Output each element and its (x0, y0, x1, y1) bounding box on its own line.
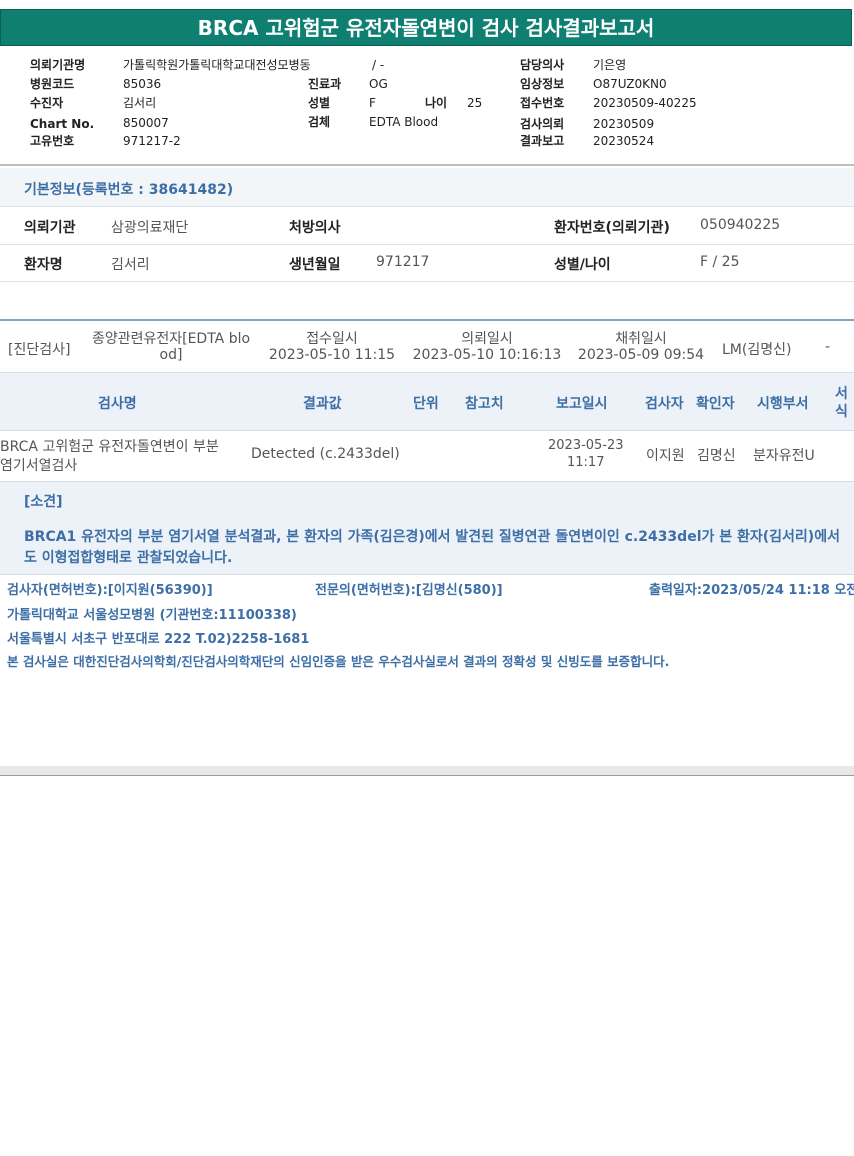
opinion-text: BRCA1 유전자의 부분 염기서열 분석결과, 본 환자의 가족(김은경)에서… (24, 529, 840, 566)
column-header-tester: 검사자 (645, 396, 684, 412)
header-value-unique-id: 971217-2 (123, 134, 181, 148)
column-header-sign-line2: 식 (835, 404, 848, 420)
basic-info-label-institution: 의뢰기관 (24, 220, 76, 236)
header-value-sex: F (369, 96, 376, 110)
results-table-header: 검사명 결과값 단위 참고치 보고일시 검사자 확인자 시행부서 서 식 (0, 372, 854, 431)
header-label-department: 진료과 (308, 77, 342, 91)
column-header-report-date: 보고일시 (556, 396, 608, 412)
basic-info-value-institution: 삼광의료재단 (111, 220, 189, 236)
basic-info-label-birthdate: 생년월일 (289, 257, 341, 273)
basic-info-value-patient-no: 050940225 (700, 217, 781, 233)
footer-address: 서울특별시 서초구 반포대로 222 T.02)2258-1681 (7, 632, 310, 647)
header-value-requesting-institution: 가톨릭학원가톨릭대학교대전성모병동 (123, 58, 311, 72)
row-result-value: Detected (c.2433del) (251, 446, 400, 462)
summary-received-value: 2023-05-10 11:15 (268, 347, 396, 363)
header-label-age: 나이 (425, 96, 448, 110)
column-header-sign-line1: 서 (835, 386, 848, 402)
header-value-ward: / - (372, 58, 385, 72)
header-label-clinical-info: 임상정보 (520, 77, 565, 91)
footer-specialist-license: 전문의(면허번호):[김명신(580)] (315, 583, 503, 598)
row-report-date-line2: 11:17 (567, 455, 605, 470)
column-header-confirmer: 확인자 (696, 396, 735, 412)
header-value-specimen: EDTA Blood (369, 115, 439, 129)
header-label-attending-doctor: 담당의사 (520, 58, 565, 72)
header-label-patient: 수진자 (30, 96, 64, 110)
row-report-date-line1: 2023-05-23 (548, 438, 624, 453)
row-test-name-line1: BRCA 고위험군 유전자돌연변이 부분 (0, 439, 219, 455)
opinion-header: [소견] (0, 481, 854, 518)
row-tester: 이지원 (646, 448, 685, 464)
header-value-chart-no: 850007 (123, 116, 169, 130)
column-header-reference: 참고치 (465, 396, 504, 412)
summary-collected-label: 채취일시 (615, 331, 667, 347)
page-bottom-bar (0, 766, 854, 776)
header-value-patient: 김서리 (123, 96, 157, 110)
summary-lab-manager: LM(김명신) (722, 342, 792, 358)
summary-test-name-line2: od] (159, 347, 183, 363)
header-label-chart-no: Chart No. (30, 117, 95, 131)
summary-category: [진단검사] (8, 342, 71, 358)
report-title-banner: BRCA 고위험군 유전자돌연변이 검사 검사결과보고서 (0, 9, 852, 46)
summary-top-border (0, 319, 854, 321)
footer-certification: 본 검사실은 대한진단검사의학회/진단검사의학재단의 신임인증을 받은 우수검사… (7, 654, 670, 669)
opinion-body: BRCA1 유전자의 부분 염기서열 분석결과, 본 환자의 가족(김은경)에서… (0, 517, 854, 575)
opinion-title: [소견] (24, 494, 63, 510)
column-header-test-name: 검사명 (98, 396, 137, 412)
summary-received-label: 접수일시 (306, 331, 358, 347)
basic-info-value-birthdate: 971217 (376, 254, 430, 270)
row-confirmer: 김명신 (697, 448, 736, 464)
row-test-name-line2: 염기서열검사 (0, 458, 78, 474)
header-value-test-request: 20230509 (593, 117, 655, 131)
summary-collected-value: 2023-05-09 09:54 (577, 347, 705, 363)
header-value-attending-doctor: 기은영 (593, 58, 627, 72)
basic-info-header: 기본정보(등록번호 : 38641482) (0, 168, 854, 207)
header-value-clinical-info: O87UZ0KN0 (593, 77, 667, 91)
header-label-unique-id: 고유번호 (30, 134, 75, 148)
column-header-result: 결과값 (303, 396, 342, 412)
column-header-department: 시행부서 (757, 396, 809, 412)
footer-hospital: 가톨릭대학교 서울성모병원 (기관번호:11100338) (7, 608, 297, 623)
summary-test-name-line1: 종양관련유전자[EDTA blo (91, 331, 251, 347)
summary-requested-label: 의뢰일시 (461, 331, 513, 347)
basic-info-label-patient-name: 환자명 (24, 257, 63, 273)
header-value-receipt-no: 20230509-40225 (593, 96, 697, 110)
header-label-receipt-no: 접수번호 (520, 96, 565, 110)
header-label-test-request: 검사의뢰 (520, 117, 565, 131)
summary-dash: - (825, 339, 831, 355)
header-label-requesting-institution: 의뢰기관명 (30, 58, 86, 72)
summary-requested-value: 2023-05-10 10:16:13 (412, 347, 562, 363)
basic-info-label-sex-age: 성별/나이 (554, 257, 611, 273)
basic-info-label-patient-no: 환자번호(의뢰기관) (554, 220, 670, 236)
header-label-sex: 성별 (308, 96, 331, 110)
basic-info-label-prescriber: 처방의사 (289, 220, 341, 236)
header-label-result-report: 결과보고 (520, 134, 565, 148)
footer-print-date: 출력일자:2023/05/24 11:18 오전 (649, 583, 854, 598)
header-value-department: OG (369, 77, 388, 91)
row-department: 분자유전U (753, 448, 815, 464)
table-row: BRCA 고위험군 유전자돌연변이 부분 염기서열검사 Detected (c.… (0, 430, 854, 480)
basic-info-row: 의뢰기관 삼광의료재단 처방의사 환자번호(의뢰기관) 050940225 (0, 207, 854, 245)
column-header-unit: 단위 (413, 396, 439, 412)
basic-info-title: 기본정보(등록번호 : 38641482) (24, 182, 234, 198)
footer-tester-license: 검사자(면허번호):[이지원(56390)] (7, 583, 213, 598)
basic-info-row: 환자명 김서리 생년월일 971217 성별/나이 F / 25 (0, 244, 854, 282)
header-label-specimen: 검체 (308, 115, 331, 129)
basic-info-value-sex-age: F / 25 (700, 254, 740, 270)
report-title: BRCA 고위험군 유전자돌연변이 검사 검사결과보고서 (197, 16, 655, 40)
header-label-hospital-code: 병원코드 (30, 77, 75, 91)
header-value-hospital-code: 85036 (123, 77, 162, 91)
basic-info-value-patient-name: 김서리 (111, 257, 150, 273)
header-value-result-report: 20230524 (593, 134, 655, 148)
header-divider (0, 164, 854, 166)
header-value-age: 25 (467, 96, 483, 110)
